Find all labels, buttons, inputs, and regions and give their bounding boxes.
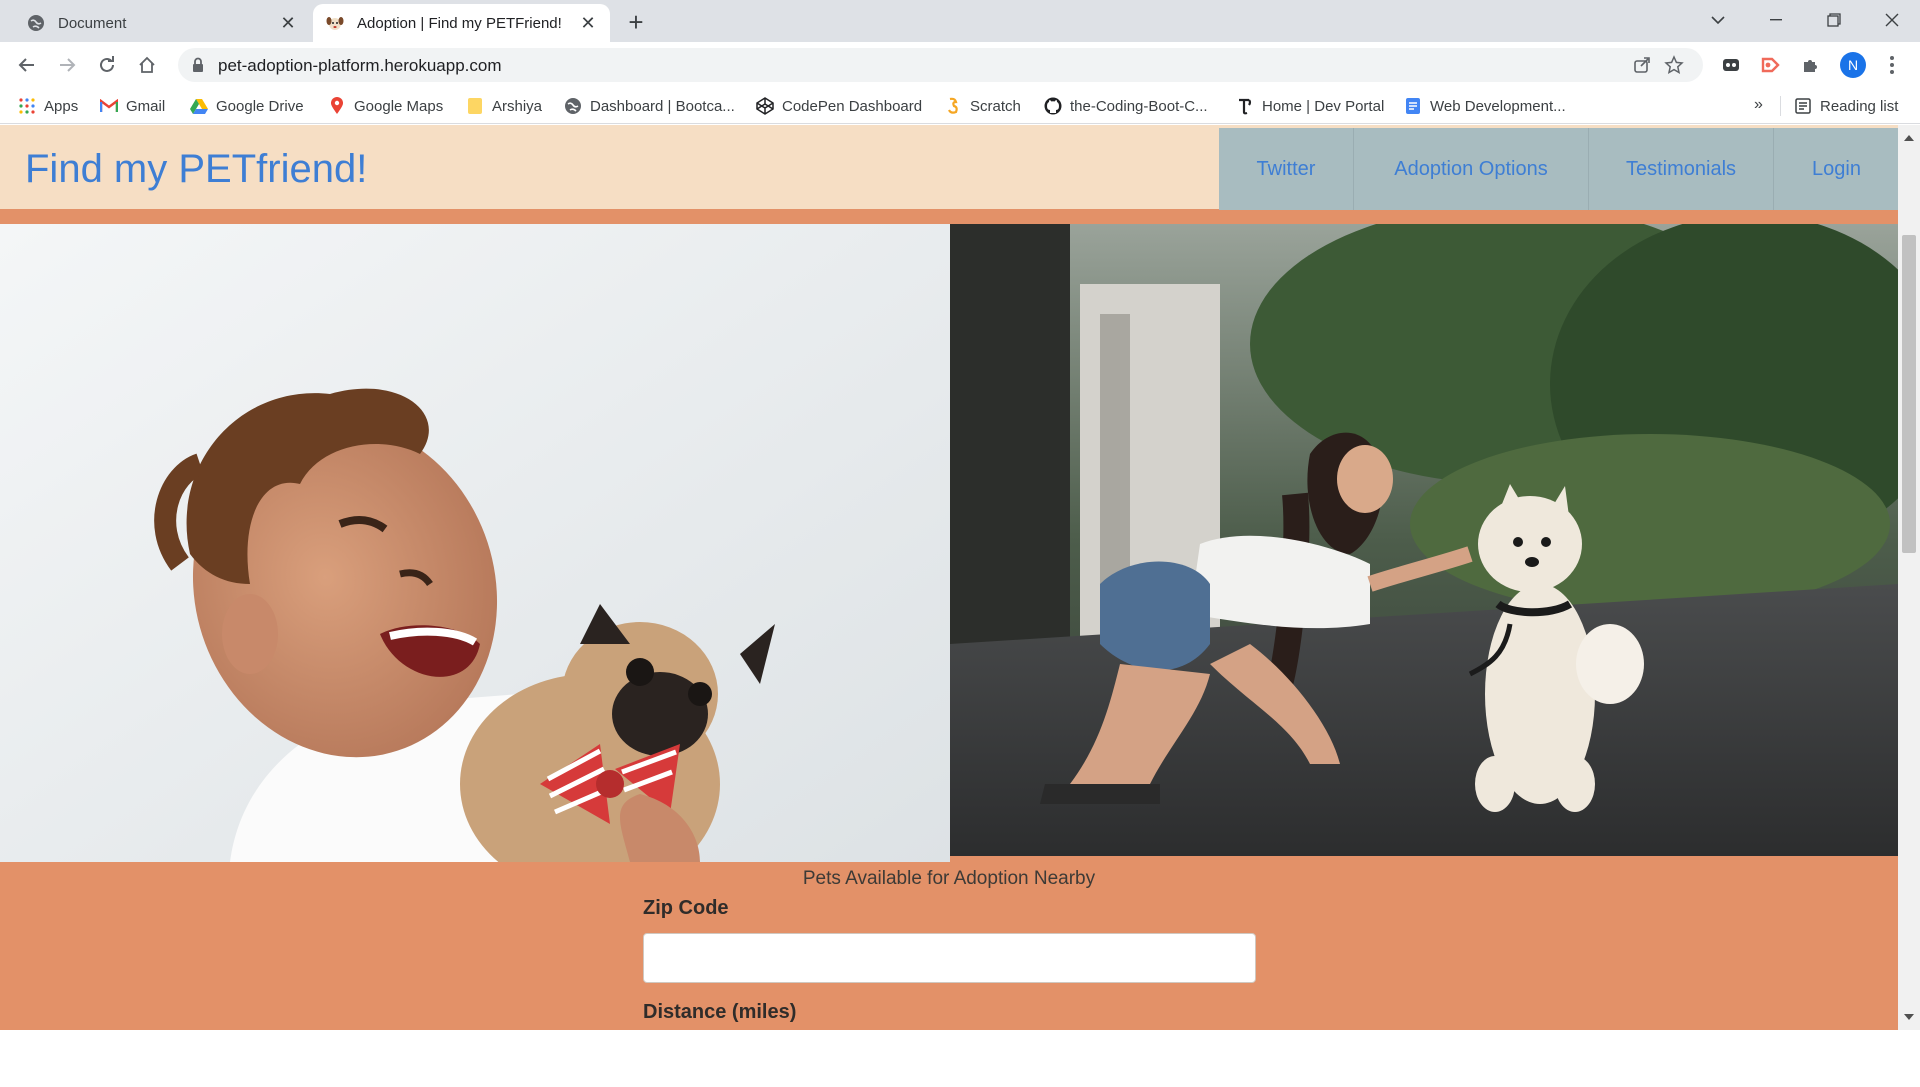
close-window-button[interactable] (1864, 0, 1920, 40)
maps-pin-icon (328, 97, 346, 115)
bookmarks-divider (1780, 96, 1781, 116)
screencast-extension-icon[interactable] (1760, 54, 1782, 76)
hero-images (0, 224, 1898, 864)
close-icon[interactable]: ✕ (276, 11, 300, 35)
tab-adoption[interactable]: Adoption | Find my PETFriend! ✕ (313, 4, 610, 42)
bookmark-label: Apps (44, 97, 79, 115)
apps-grid-icon (18, 97, 36, 115)
bookmark-google-drive[interactable]: Google Drive (190, 94, 304, 118)
bookmark-label: Scratch (970, 97, 1021, 115)
woman-kissing-pomeranian-photo (950, 224, 1898, 856)
devportal-icon (1236, 97, 1254, 115)
section-caption: Pets Available for Adoption Nearby (802, 868, 1096, 889)
browser-menu-icon[interactable] (1882, 52, 1902, 78)
scroll-down-arrow-icon[interactable] (1904, 1014, 1914, 1020)
docs-icon (1404, 97, 1422, 115)
bookmark-label: the-Coding-Boot-C... (1070, 97, 1208, 115)
bookmark-dev-portal[interactable]: Home | Dev Portal (1236, 94, 1384, 118)
forward-arrow-icon[interactable] (52, 50, 82, 80)
bookmark-gmail[interactable]: Gmail (100, 94, 165, 118)
share-icon[interactable] (1632, 55, 1652, 75)
nav-twitter[interactable]: Twitter (1219, 128, 1354, 210)
site-nav: Twitter Adoption Options Testimonials Lo… (1219, 128, 1899, 210)
bookmark-label: Google Maps (354, 97, 444, 115)
dog-favicon-icon (325, 13, 345, 33)
zip-code-label: Zip Code (643, 897, 729, 919)
address-bar[interactable]: pet-adoption-platform.herokuapp.com (178, 48, 1703, 82)
new-tab-button[interactable]: + (622, 7, 650, 37)
globe-icon (26, 13, 46, 33)
bookmark-dashboard-bootcamp[interactable]: Dashboard | Bootca... (564, 94, 735, 118)
reading-list-icon (1794, 97, 1812, 115)
reload-icon[interactable] (92, 50, 122, 80)
bookmark-scratch[interactable]: Scratch (944, 94, 1021, 118)
tab-title: Adoption | Find my PETFriend! (357, 14, 562, 32)
bookmark-label: Home | Dev Portal (1262, 97, 1385, 115)
reading-list-button[interactable]: Reading list (1794, 94, 1898, 118)
bookmarks-overflow-button[interactable]: » (1754, 96, 1763, 114)
scratch-icon (944, 97, 962, 115)
lock-icon[interactable] (192, 57, 204, 78)
page-body: Find my PETfriend! Twitter Adoption Opti… (0, 125, 1899, 1030)
bookmark-label: Gmail (126, 97, 166, 115)
tab-title: Document (58, 14, 127, 32)
browser-toolbar: pet-adoption-platform.herokuapp.com N (0, 42, 1920, 88)
bookmark-star-icon[interactable] (1664, 55, 1684, 75)
site-brand[interactable]: Find my PETfriend! (25, 147, 367, 192)
page-viewport: Find my PETfriend! Twitter Adoption Opti… (0, 125, 1920, 1030)
bookmark-label: Arshiya (492, 97, 543, 115)
bookmark-google-maps[interactable]: Google Maps (328, 94, 443, 118)
page-scrollbar[interactable] (1898, 125, 1920, 1030)
back-arrow-icon[interactable] (12, 50, 42, 80)
url-text: pet-adoption-platform.herokuapp.com (218, 56, 502, 75)
boy-with-pug-photo (0, 224, 950, 862)
nav-testimonials[interactable]: Testimonials (1589, 128, 1774, 210)
profile-avatar[interactable]: N (1840, 52, 1866, 78)
nav-adoption-options[interactable]: Adoption Options (1354, 128, 1589, 210)
codepen-icon (756, 97, 774, 115)
reading-list-label: Reading list (1820, 97, 1899, 115)
globe-icon (564, 97, 582, 115)
scroll-thumb[interactable] (1902, 235, 1916, 553)
tab-search-chevron-icon[interactable] (1690, 0, 1746, 40)
extension-mask-icon[interactable] (1720, 54, 1742, 76)
github-icon (1044, 97, 1062, 115)
bookmarks-bar: Apps Gmail Google Drive Google Maps Arsh… (0, 88, 1920, 124)
bookmark-arshiya[interactable]: Arshiya (466, 94, 542, 118)
bookmark-label: CodePen Dashboard (782, 97, 923, 115)
nav-login[interactable]: Login (1774, 128, 1899, 210)
bookmark-label: Dashboard | Bootca... (590, 97, 735, 115)
drive-icon (190, 97, 208, 115)
bookmark-label: Google Drive (216, 97, 304, 115)
distance-label: Distance (miles) (643, 1001, 797, 1023)
tab-strip: Document ✕ Adoption | Find my PETFriend!… (0, 0, 1920, 42)
bookmark-codepen[interactable]: CodePen Dashboard (756, 94, 922, 118)
bookmark-apps[interactable]: Apps (18, 94, 78, 118)
gmail-icon (100, 97, 118, 115)
minimize-button[interactable] (1748, 0, 1804, 40)
bookmark-github-bootcamp[interactable]: the-Coding-Boot-C... (1044, 94, 1208, 118)
restore-button[interactable] (1806, 0, 1862, 40)
extensions-puzzle-icon[interactable] (1800, 54, 1822, 76)
bookmark-web-development[interactable]: Web Development... (1404, 94, 1566, 118)
tab-document[interactable]: Document ✕ (10, 4, 310, 42)
close-icon[interactable]: ✕ (576, 11, 600, 35)
site-header: Find my PETfriend! Twitter Adoption Opti… (0, 125, 1899, 213)
folder-icon (466, 97, 484, 115)
scroll-up-arrow-icon[interactable] (1904, 135, 1914, 141)
bookmark-label: Web Development... (1430, 97, 1566, 115)
home-icon[interactable] (132, 50, 162, 80)
zip-code-input[interactable] (643, 933, 1256, 983)
